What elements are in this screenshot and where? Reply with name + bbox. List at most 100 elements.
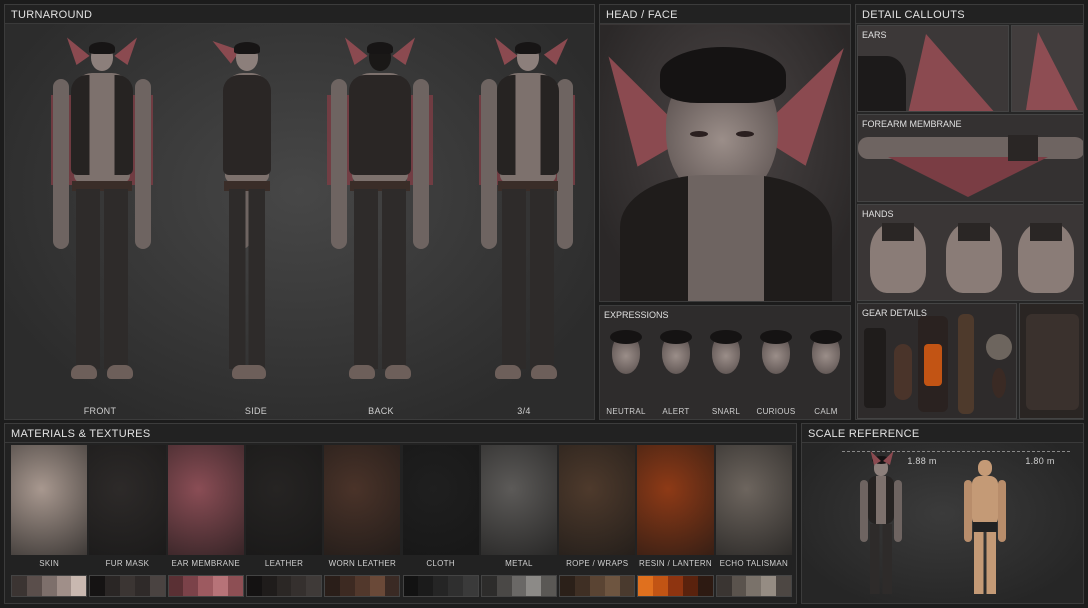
head-face-title: HEAD / FACE bbox=[600, 5, 850, 24]
gear-closeup[interactable] bbox=[1019, 303, 1083, 419]
material-swatch-row bbox=[480, 575, 558, 597]
material-swatch-row bbox=[637, 575, 714, 597]
portrait-image[interactable] bbox=[600, 25, 850, 301]
material-tile[interactable] bbox=[559, 445, 636, 555]
material-swatch[interactable] bbox=[462, 576, 478, 596]
expression-calm[interactable] bbox=[802, 326, 850, 406]
expression-curious[interactable] bbox=[752, 326, 800, 406]
materials-title: MATERIALS & TEXTURES bbox=[5, 424, 796, 443]
material-swatch[interactable] bbox=[213, 576, 229, 596]
material-swatch[interactable] bbox=[560, 576, 575, 596]
material-swatch[interactable] bbox=[433, 576, 449, 596]
forearm-membrane-callout[interactable]: FOREARM MEMBRANE bbox=[857, 114, 1083, 202]
material-swatch[interactable] bbox=[306, 576, 322, 596]
material-tile[interactable] bbox=[245, 445, 323, 555]
material-swatch[interactable] bbox=[668, 576, 683, 596]
material-label: FUR MASK bbox=[105, 559, 150, 568]
material-swatch[interactable] bbox=[246, 576, 262, 596]
material-swatch[interactable] bbox=[183, 576, 199, 596]
material-swatch[interactable] bbox=[604, 576, 620, 596]
material-swatch[interactable] bbox=[448, 576, 463, 596]
scale-reference-title: SCALE REFERENCE bbox=[802, 424, 1083, 443]
material-label: RESIN / LANTERN bbox=[639, 559, 713, 568]
material-swatch[interactable] bbox=[682, 576, 698, 596]
expressions-title: EXPRESSIONS bbox=[604, 310, 669, 320]
material-swatch[interactable] bbox=[291, 576, 307, 596]
material-swatch[interactable] bbox=[574, 576, 590, 596]
material-swatch[interactable] bbox=[731, 576, 747, 596]
material-label: ROPE / WRAPS bbox=[566, 559, 629, 568]
figure-back[interactable] bbox=[327, 32, 433, 385]
material-swatch[interactable] bbox=[653, 576, 669, 596]
material-swatch[interactable] bbox=[541, 576, 557, 596]
material-grid: SKIN FUR MASK EAR MEMBRANE LEATHER WORN LEAT… bbox=[5, 444, 796, 603]
material-swatch[interactable] bbox=[697, 576, 713, 596]
material-swatch[interactable] bbox=[716, 576, 732, 596]
head-face-panel: HEAD / FACE bbox=[599, 4, 851, 302]
material-swatch[interactable] bbox=[134, 576, 150, 596]
expression-snarl[interactable] bbox=[702, 326, 750, 406]
material-swatch[interactable] bbox=[105, 576, 121, 596]
material-swatch[interactable] bbox=[12, 576, 27, 596]
material-swatch[interactable] bbox=[354, 576, 370, 596]
expressions-panel: EXPRESSIONS NEUTRAL ALERT SNARL CURIOUS … bbox=[599, 305, 851, 420]
material-swatch[interactable] bbox=[261, 576, 277, 596]
material-swatch[interactable] bbox=[120, 576, 135, 596]
material-swatch[interactable] bbox=[90, 576, 106, 596]
ear-closeup[interactable] bbox=[1011, 25, 1083, 112]
material-swatch[interactable] bbox=[619, 576, 635, 596]
material-swatch[interactable] bbox=[56, 576, 72, 596]
scale-human-figure[interactable] bbox=[960, 452, 1010, 600]
material-swatch[interactable] bbox=[276, 576, 292, 596]
material-swatch[interactable] bbox=[511, 576, 527, 596]
material-swatch[interactable] bbox=[41, 576, 57, 596]
material-tile[interactable] bbox=[480, 445, 558, 555]
material-swatch[interactable] bbox=[325, 576, 341, 596]
figure-side[interactable] bbox=[207, 34, 282, 385]
material-swatch[interactable] bbox=[776, 576, 791, 596]
material-label: EAR MEMBRANE bbox=[171, 559, 240, 568]
material-swatch[interactable] bbox=[71, 576, 87, 596]
material-swatch[interactable] bbox=[384, 576, 400, 596]
material-swatch[interactable] bbox=[340, 576, 355, 596]
material-tile[interactable] bbox=[11, 445, 88, 555]
material-tile[interactable] bbox=[324, 445, 401, 555]
expression-neutral[interactable] bbox=[602, 326, 650, 406]
turnaround-panel: TURNAROUND FRONT SIDE BACK 3/4 bbox=[4, 4, 595, 420]
material-swatch-row bbox=[324, 575, 401, 597]
material-label: LEATHER bbox=[264, 559, 304, 568]
material-tile[interactable] bbox=[715, 445, 792, 555]
material-swatch[interactable] bbox=[168, 576, 184, 596]
material-swatch[interactable] bbox=[228, 576, 243, 596]
material-swatch[interactable] bbox=[526, 576, 542, 596]
expression-label-curious: CURIOUS bbox=[756, 407, 796, 416]
material-swatch[interactable] bbox=[761, 576, 777, 596]
material-swatch[interactable] bbox=[746, 576, 762, 596]
figure-front[interactable] bbox=[51, 32, 153, 385]
material-swatch[interactable] bbox=[589, 576, 605, 596]
material-tile[interactable] bbox=[637, 445, 714, 555]
material-tile[interactable] bbox=[89, 445, 166, 555]
material-tile[interactable] bbox=[167, 445, 244, 555]
detail-callouts-title: DETAIL CALLOUTS bbox=[856, 5, 1083, 24]
hands-callout[interactable]: HANDS bbox=[857, 204, 1083, 301]
figure-three-quarter[interactable] bbox=[479, 32, 575, 385]
material-swatch[interactable] bbox=[496, 576, 512, 596]
ears-callout[interactable]: EARS bbox=[857, 25, 1009, 112]
char-height-label: 1.88 m bbox=[907, 456, 937, 466]
material-swatch[interactable] bbox=[149, 576, 165, 596]
scale-character-figure[interactable] bbox=[856, 448, 906, 600]
material-swatch[interactable] bbox=[481, 576, 497, 596]
gear-details-callout[interactable]: GEAR DETAILS bbox=[857, 303, 1017, 419]
material-swatch-row bbox=[245, 575, 323, 597]
material-swatch-row bbox=[11, 575, 88, 597]
material-tile[interactable] bbox=[402, 445, 479, 555]
material-swatch[interactable] bbox=[403, 576, 419, 596]
expression-alert[interactable] bbox=[652, 326, 700, 406]
material-swatch[interactable] bbox=[638, 576, 654, 596]
material-swatch[interactable] bbox=[26, 576, 42, 596]
material-swatch[interactable] bbox=[369, 576, 385, 596]
material-swatch[interactable] bbox=[198, 576, 214, 596]
material-swatch[interactable] bbox=[418, 576, 434, 596]
scale-reference-panel: SCALE REFERENCE 1.88 m 1.80 m bbox=[801, 423, 1084, 604]
